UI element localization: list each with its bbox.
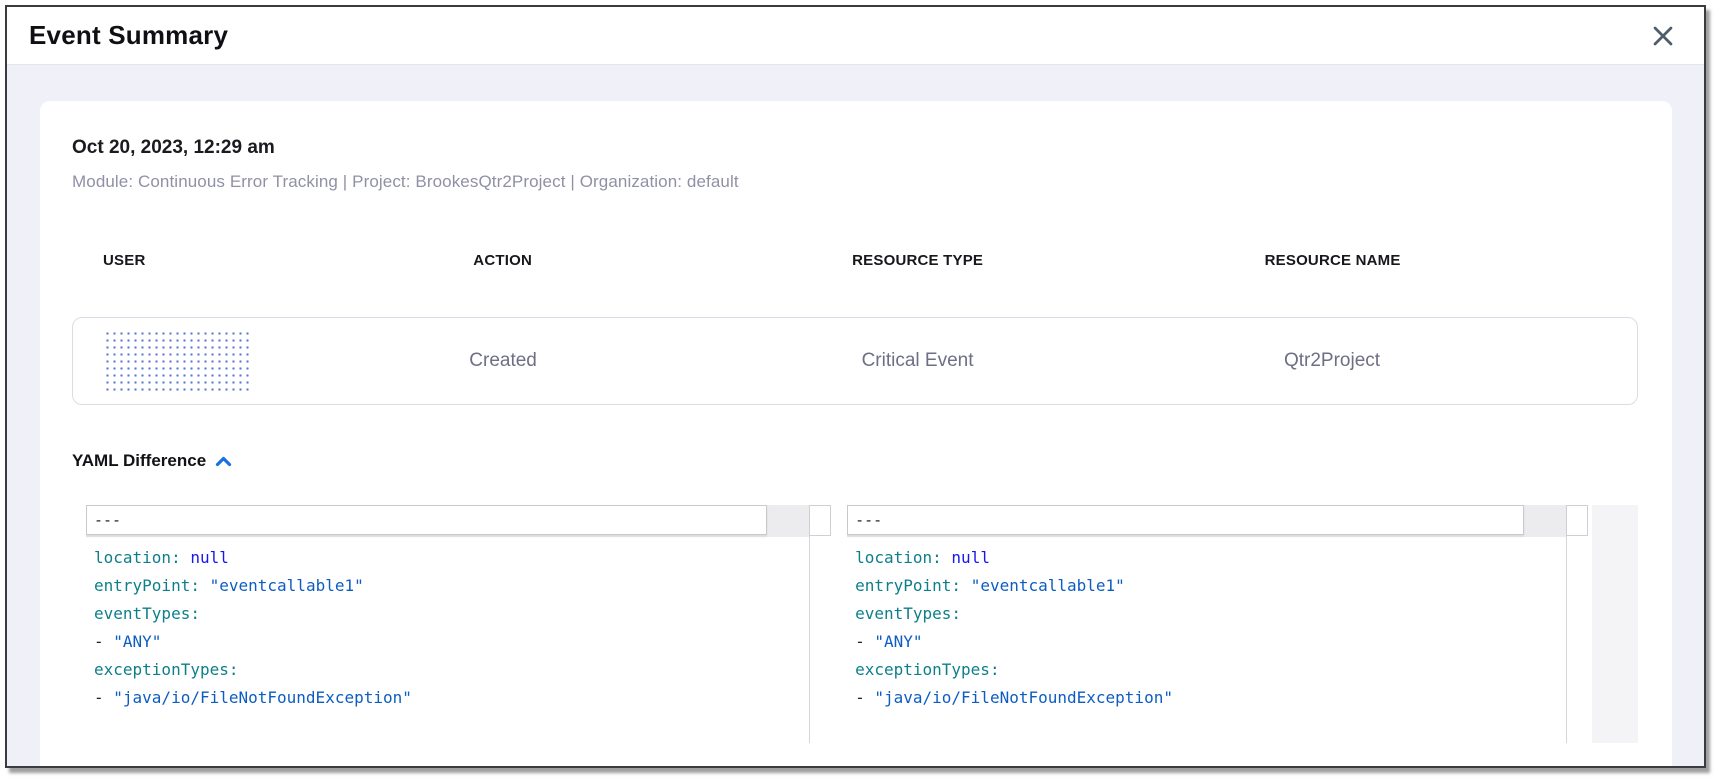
yaml-code-line: entryPoint: "eventcallable1" xyxy=(94,572,831,600)
yaml-document-start-line: --- xyxy=(86,505,767,535)
dialog-body: Oct 20, 2023, 12:29 am Module: Continuou… xyxy=(7,65,1704,766)
scrollbar-corner-after xyxy=(1566,505,1588,536)
yaml-panel-before: --- location: nullentryPoint: "eventcall… xyxy=(86,505,831,743)
resource-type-cell: Critical Event xyxy=(699,350,1137,372)
yaml-first-line-strip: --- xyxy=(86,505,809,537)
yaml-document-start-line: --- xyxy=(847,505,1524,535)
yaml-code-line: exceptionTypes: xyxy=(855,656,1588,684)
yaml-code-line: - "java/io/FileNotFoundException" xyxy=(855,684,1588,712)
event-card: Oct 20, 2023, 12:29 am Module: Continuou… xyxy=(40,101,1672,766)
action-cell: Created xyxy=(308,350,699,372)
screenshot-root: Event Summary Oct 20, 2023, 12:29 am Mod… xyxy=(0,0,1720,780)
yaml-code-line: - "ANY" xyxy=(855,628,1588,656)
event-summary-dialog: Event Summary Oct 20, 2023, 12:29 am Mod… xyxy=(5,5,1706,768)
resource-name-cell: Qtr2Project xyxy=(1137,350,1528,372)
yaml-code-line: exceptionTypes: xyxy=(94,656,831,684)
yaml-code-line: location: null xyxy=(94,544,831,572)
column-header-resource-type: RESOURCE TYPE xyxy=(698,252,1136,269)
table-header-row: USER ACTION RESOURCE TYPE RESOURCE NAME xyxy=(72,252,1638,269)
yaml-code-line: entryPoint: "eventcallable1" xyxy=(855,572,1588,600)
dialog-header: Event Summary xyxy=(7,7,1704,65)
table-row: Created Critical Event Qtr2Project xyxy=(72,317,1638,405)
yaml-diff-viewer: --- location: nullentryPoint: "eventcall… xyxy=(86,505,1638,743)
yaml-code-after: location: nullentryPoint: "eventcallable… xyxy=(847,537,1588,712)
panel-gap xyxy=(831,505,847,743)
yaml-difference-label: YAML Difference xyxy=(72,451,206,471)
yaml-code-line: location: null xyxy=(855,544,1588,572)
chevron-up-icon xyxy=(215,456,232,467)
scrollbar-corner-before xyxy=(809,505,831,536)
event-meta: Module: Continuous Error Tracking | Proj… xyxy=(72,172,1638,192)
user-cell xyxy=(73,329,308,393)
scrollbar-after[interactable] xyxy=(1566,505,1588,743)
yaml-code-line: eventTypes: xyxy=(855,600,1588,628)
column-header-action: ACTION xyxy=(307,252,699,269)
yaml-first-line-strip: --- xyxy=(847,505,1566,537)
close-icon xyxy=(1651,24,1675,48)
redacted-user-avatar xyxy=(103,329,253,393)
column-header-user: USER xyxy=(72,252,307,269)
yaml-code-line: - "ANY" xyxy=(94,628,831,656)
yaml-code-line: eventTypes: xyxy=(94,600,831,628)
yaml-panel-after: --- location: nullentryPoint: "eventcall… xyxy=(847,505,1588,743)
diff-gutter xyxy=(1592,505,1638,743)
dialog-title: Event Summary xyxy=(29,20,1648,51)
scrollbar-before[interactable] xyxy=(809,505,831,743)
close-button[interactable] xyxy=(1648,21,1678,51)
event-timestamp: Oct 20, 2023, 12:29 am xyxy=(72,137,1638,159)
column-header-resource-name: RESOURCE NAME xyxy=(1137,252,1529,269)
yaml-code-line: - "java/io/FileNotFoundException" xyxy=(94,684,831,712)
yaml-difference-toggle[interactable]: YAML Difference xyxy=(72,451,232,471)
yaml-code-before: location: nullentryPoint: "eventcallable… xyxy=(86,537,831,712)
